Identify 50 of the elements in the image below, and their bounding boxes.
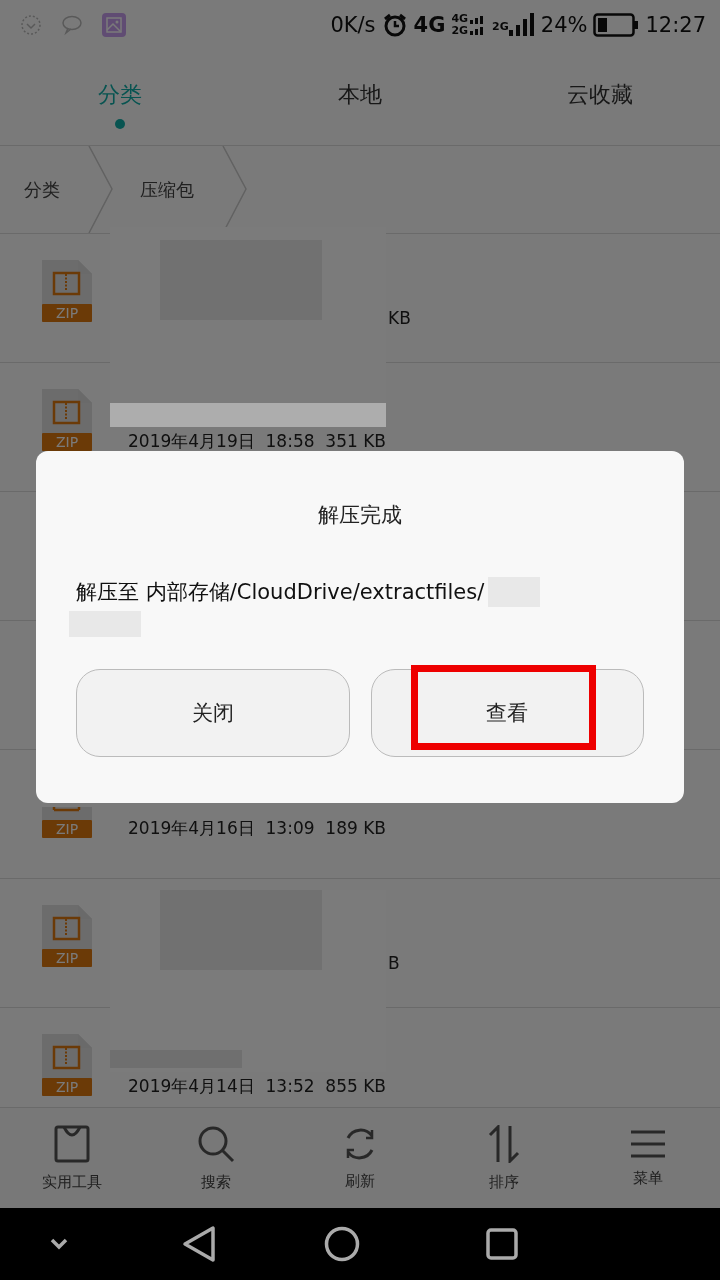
zip-file-icon bbox=[42, 260, 92, 322]
network-type: 2G bbox=[451, 25, 469, 37]
bag-icon bbox=[54, 1124, 90, 1163]
breadcrumb-item[interactable]: 分类 bbox=[24, 177, 88, 202]
file-type-label: ZIP bbox=[54, 433, 80, 451]
sort-icon bbox=[486, 1124, 522, 1163]
chevron-down-icon[interactable] bbox=[50, 1238, 68, 1250]
file-type-label: ZIP bbox=[54, 1078, 80, 1096]
alarm-icon bbox=[381, 12, 408, 38]
file-type-label: ZIP bbox=[54, 949, 80, 967]
toolbar-button[interactable]: 菜单 bbox=[576, 1108, 720, 1208]
tab[interactable]: 本地 bbox=[240, 50, 480, 145]
zip-file-icon bbox=[42, 1034, 92, 1096]
home-icon[interactable] bbox=[324, 1226, 360, 1262]
gallery-icon bbox=[102, 13, 126, 37]
file-info: 2019年4月16日 13:09 189 KB bbox=[128, 818, 386, 838]
tab[interactable]: 云收藏 bbox=[480, 50, 720, 145]
file-info: 2019年4月14日 13:52 855 KB bbox=[128, 1076, 386, 1096]
network-type: 4G bbox=[451, 13, 469, 25]
menu-icon bbox=[630, 1128, 666, 1159]
file-type-label: ZIP bbox=[42, 820, 92, 838]
dialog-message: 解压至 内部存储/CloudDrive/extractfiles/ bbox=[76, 579, 485, 606]
dialog-title: 解压完成 bbox=[317, 502, 403, 529]
zip-file-icon bbox=[42, 807, 92, 820]
clock: 12:27 bbox=[645, 13, 706, 37]
dialog-button[interactable]: 关闭 bbox=[76, 669, 350, 757]
toolbar-button[interactable]: 排序 bbox=[432, 1108, 576, 1208]
tab[interactable]: 分类 bbox=[0, 50, 240, 145]
network-type: 4G bbox=[413, 13, 446, 37]
breadcrumb-item[interactable]: 压缩包 bbox=[140, 177, 222, 202]
file-type-label: ZIP bbox=[54, 304, 80, 322]
zip-file-icon bbox=[42, 905, 92, 967]
chat-bubble-icon bbox=[60, 14, 84, 36]
file-info: 2019年4月19日 18:58 351 KB bbox=[128, 431, 386, 451]
battery-percent: 24% bbox=[540, 13, 588, 37]
toolbar-button[interactable]: 刷新 bbox=[288, 1108, 432, 1208]
zip-file-icon bbox=[42, 389, 92, 451]
file-info: B bbox=[388, 953, 400, 973]
network-speed: 0K/s bbox=[330, 13, 376, 37]
recents-icon[interactable] bbox=[486, 1228, 518, 1260]
battery-icon bbox=[593, 13, 640, 37]
signal-icon bbox=[508, 12, 535, 38]
search-icon bbox=[197, 1124, 235, 1163]
back-icon[interactable] bbox=[182, 1225, 216, 1263]
chevron-icon bbox=[88, 146, 114, 233]
toolbar-button[interactable]: 实用工具 bbox=[0, 1108, 144, 1208]
notification-icon bbox=[20, 14, 42, 36]
toolbar-button[interactable]: 搜索 bbox=[144, 1108, 288, 1208]
file-info: KB bbox=[388, 308, 411, 328]
network-type: 2G bbox=[492, 20, 509, 33]
